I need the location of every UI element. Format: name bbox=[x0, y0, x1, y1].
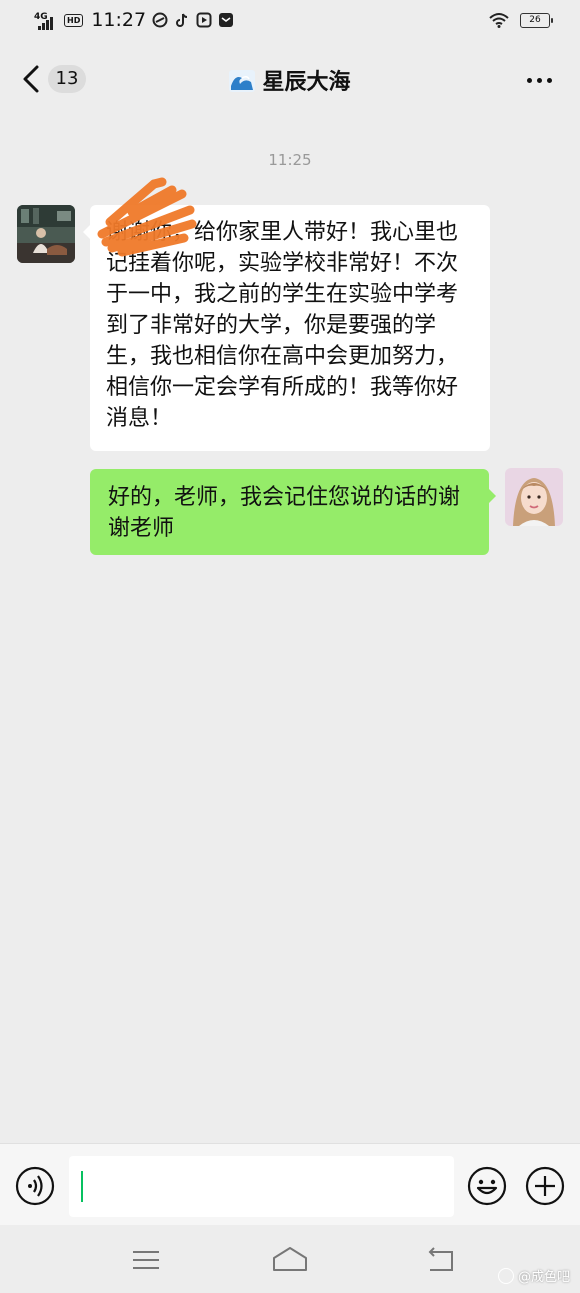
message-timestamp: 11:25 bbox=[268, 151, 312, 169]
more-options-icon[interactable] bbox=[527, 78, 552, 83]
system-back-icon[interactable] bbox=[426, 1244, 458, 1276]
tiktok-icon bbox=[176, 13, 188, 27]
plus-icon[interactable] bbox=[525, 1166, 565, 1206]
watermark-logo-icon bbox=[497, 1267, 514, 1284]
recent-apps-icon[interactable] bbox=[130, 1244, 162, 1276]
voice-input-icon[interactable] bbox=[15, 1166, 55, 1206]
chat-title-area: 星辰大海 bbox=[0, 64, 580, 96]
system-navigation-bar bbox=[0, 1226, 580, 1293]
message-input[interactable] bbox=[69, 1156, 454, 1217]
chat-input-bar bbox=[0, 1143, 580, 1225]
message-bubble-outgoing[interactable]: 好的，老师，我会记住您说的话的谢谢老师 bbox=[90, 469, 496, 555]
text-caret bbox=[81, 1171, 83, 1202]
home-icon[interactable] bbox=[272, 1244, 308, 1276]
watermark-text: @成色吧 bbox=[517, 1270, 570, 1285]
contact-avatar[interactable] bbox=[17, 205, 75, 263]
status-bar: 4G HD 11:27 26 bbox=[0, 0, 580, 44]
status-time: 11:27 bbox=[91, 9, 147, 31]
message-text: 好的，老师，我会记住您说的话的谢谢老师 bbox=[108, 485, 461, 541]
chat-header: 13 星辰大海 bbox=[0, 44, 580, 116]
app-notification-icon bbox=[152, 12, 168, 28]
mail-app-icon bbox=[219, 13, 234, 27]
battery-level: 26 bbox=[529, 14, 541, 25]
emoji-icon[interactable] bbox=[467, 1166, 507, 1206]
message-text: 谢谢你，给你家里人带好！我心里也记挂着你呢，实验学校非常好！不次于一中，我之前的… bbox=[106, 220, 459, 431]
chat-title: 星辰大海 bbox=[262, 70, 351, 95]
wifi-icon bbox=[489, 13, 509, 28]
my-avatar[interactable] bbox=[505, 468, 563, 526]
battery-icon: 26 bbox=[520, 12, 553, 28]
hd-icon: HD bbox=[64, 13, 84, 27]
watermark: @成色吧 bbox=[497, 1266, 570, 1285]
video-app-icon bbox=[196, 12, 212, 28]
wave-icon bbox=[229, 70, 256, 92]
message-bubble-incoming[interactable]: 谢谢你，给你家里人带好！我心里也记挂着你呢，实验学校非常好！不次于一中，我之前的… bbox=[83, 205, 490, 451]
cellular-signal-icon: 4G bbox=[34, 10, 58, 30]
